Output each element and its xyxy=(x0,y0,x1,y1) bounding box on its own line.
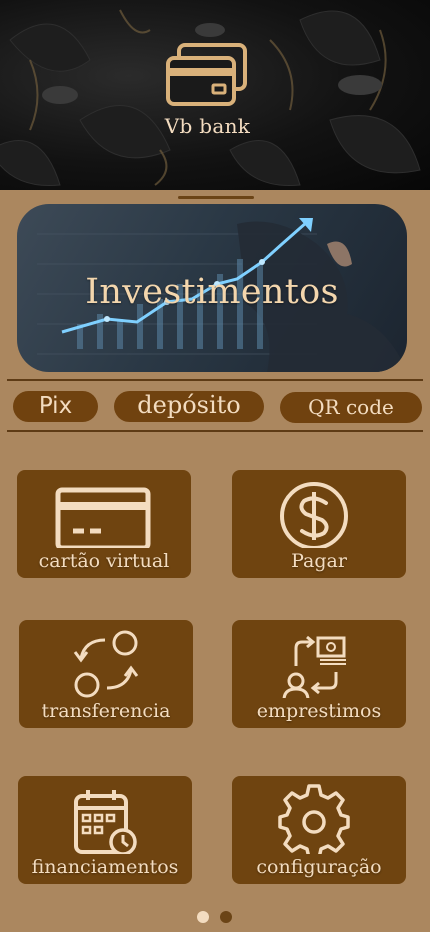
deposito-button[interactable]: depósito xyxy=(114,391,264,422)
cartao-virtual-button[interactable]: cartão virtual xyxy=(17,470,191,578)
divider-top xyxy=(7,379,423,381)
emprestimos-button[interactable]: emprestimos xyxy=(232,620,406,728)
divider-bottom xyxy=(7,430,423,432)
page-dot-active[interactable] xyxy=(197,911,209,923)
transfer-arrows-icon xyxy=(73,630,139,698)
pix-button[interactable]: Pix xyxy=(13,391,98,422)
qr-code-button[interactable]: QR code xyxy=(280,392,422,423)
sheet-handle[interactable] xyxy=(178,196,254,199)
tile-label: transferencia xyxy=(41,700,171,722)
tile-label: financiamentos xyxy=(31,856,179,878)
dollar-coin-icon xyxy=(280,482,348,548)
transferencia-button[interactable]: transferencia xyxy=(19,620,193,728)
credit-card-icon xyxy=(55,487,151,548)
page-dot-inactive[interactable] xyxy=(220,911,232,923)
qr-code-label: QR code xyxy=(308,395,394,419)
pix-label: Pix xyxy=(38,393,73,419)
banner-title: Investimentos xyxy=(85,272,339,312)
financiamentos-button[interactable]: financiamentos xyxy=(18,776,192,884)
deposito-label: depósito xyxy=(137,391,241,419)
calendar-clock-icon xyxy=(74,790,137,854)
configuracao-button[interactable]: configuração xyxy=(232,776,406,884)
vb-bank-logo-icon xyxy=(166,43,247,106)
header-hero: Vb bank xyxy=(0,0,430,190)
tile-label: Pagar xyxy=(291,550,347,572)
tile-label: emprestimos xyxy=(256,700,382,722)
tile-label: configuração xyxy=(256,856,382,878)
pagar-button[interactable]: Pagar xyxy=(232,470,406,578)
gear-icon xyxy=(278,784,350,854)
investimentos-banner[interactable]: Investimentos xyxy=(17,204,407,372)
brand-name: Vb bank xyxy=(164,114,251,138)
loan-exchange-icon xyxy=(282,635,346,698)
tile-label: cartão virtual xyxy=(38,550,170,572)
